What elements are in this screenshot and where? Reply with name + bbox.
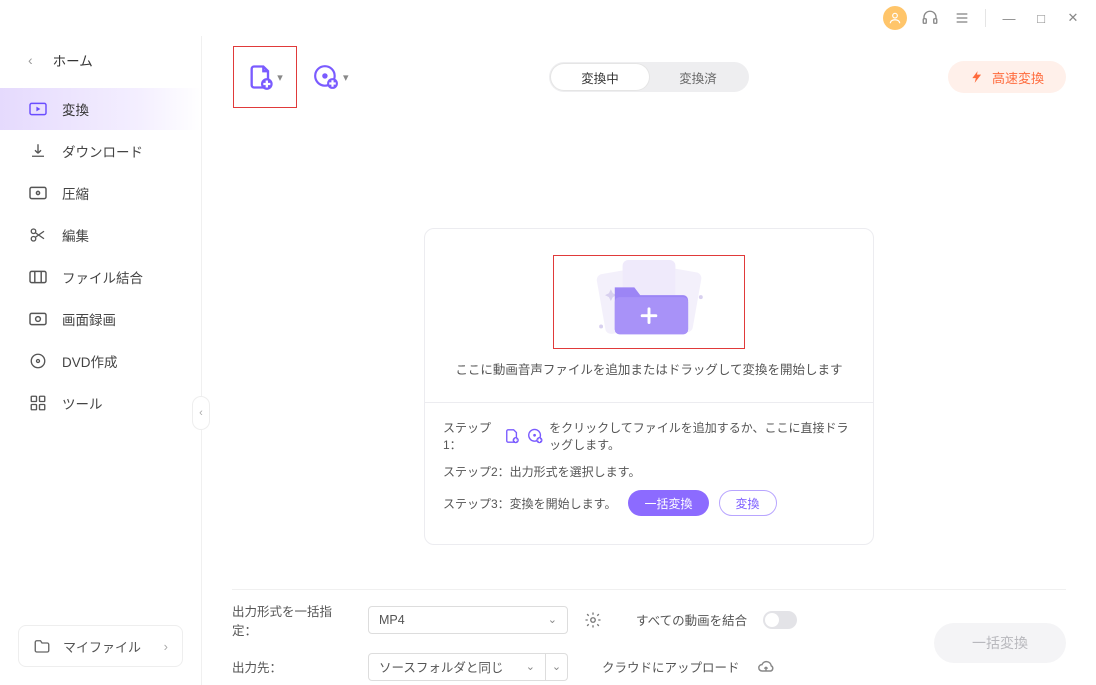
batch-convert-button[interactable]: 一括変換	[934, 623, 1066, 663]
merge-label: すべての動画を結合	[636, 610, 747, 629]
add-dvd-button[interactable]: ▾	[313, 64, 349, 90]
output-dest-value: ソースフォルダと同じ	[379, 657, 503, 676]
step1-suffix: をクリックしてファイルを追加するか、ここに直接ドラッグします。	[549, 419, 855, 453]
compress-icon	[28, 183, 48, 203]
content-area: ここに動画音声ファイルを追加またはドラッグして変換を開始します ステップ1： を…	[232, 118, 1066, 589]
apps-icon	[28, 393, 48, 413]
file-plus-icon	[504, 426, 521, 446]
cloud-upload-button[interactable]	[756, 659, 776, 675]
chevron-down-icon: ⌄	[526, 660, 535, 673]
dvd-icon	[28, 351, 48, 371]
format-settings-button[interactable]	[584, 611, 602, 629]
output-format-label: 出力形式を一括指定：	[232, 601, 352, 639]
output-dest-browse[interactable]: ⌄	[546, 653, 568, 681]
chevron-left-icon: ‹	[28, 52, 33, 68]
step-3: ステップ3：変換を開始します。 一括変換 変換	[443, 490, 855, 516]
sidebar-item-label: ツール	[62, 393, 103, 413]
status-tabs: 変換中 変換済	[549, 62, 749, 92]
chevron-down-icon: ▾	[277, 71, 283, 84]
step1-prefix: ステップ1：	[443, 419, 498, 453]
steps-panel: ステップ1： をクリックしてファイルを追加するか、ここに直接ドラッグします。 ス…	[425, 402, 873, 544]
nav-list: 変換 ダウンロード 圧縮 編集 ファイル結合 画面録画	[0, 88, 201, 625]
chevron-down-icon: ▾	[343, 71, 349, 84]
fast-convert-button[interactable]: 高速変換	[948, 61, 1066, 93]
output-dest-select[interactable]: ソースフォルダと同じ ⌄	[368, 653, 546, 681]
menu-icon[interactable]	[953, 9, 971, 27]
sidebar-item-dvd[interactable]: DVD作成	[0, 340, 201, 382]
record-icon	[28, 309, 48, 329]
cloud-upload-label: クラウドにアップロード	[602, 657, 740, 676]
close-button[interactable]: ✕	[1064, 9, 1082, 27]
convert-icon	[28, 99, 48, 119]
add-file-button[interactable]: ▾	[233, 46, 297, 108]
folder-icon	[33, 638, 51, 654]
step-2: ステップ2：出力形式を選択します。	[443, 463, 855, 480]
step3-text: ステップ3：変換を開始します。	[443, 495, 616, 512]
sidebar-item-record[interactable]: 画面録画	[0, 298, 201, 340]
drop-panel: ここに動画音声ファイルを追加またはドラッグして変換を開始します ステップ1： を…	[424, 228, 874, 545]
titlebar: — □ ✕	[0, 0, 1096, 36]
avatar-icon[interactable]	[883, 6, 907, 30]
scissors-icon	[28, 225, 48, 245]
chevron-right-icon: ›	[164, 639, 168, 654]
fast-convert-label: 高速変換	[992, 68, 1044, 87]
step-1: ステップ1： をクリックしてファイルを追加するか、ここに直接ドラッグします。	[443, 419, 855, 453]
sidebar-item-label: 編集	[62, 225, 89, 245]
sidebar: ‹ ホーム 変換 ダウンロード 圧縮 編集 ファイル結合	[0, 36, 202, 685]
output-format-value: MP4	[379, 613, 405, 627]
sidebar-item-label: 圧縮	[62, 183, 89, 203]
toolbar: ▾ ▾ 変換中 変換済 高速変換	[232, 36, 1066, 118]
chevron-down-icon: ⌄	[548, 613, 557, 626]
convert-button-hint[interactable]: 変換	[719, 490, 777, 516]
headset-icon[interactable]	[921, 9, 939, 27]
sidebar-item-tools[interactable]: ツール	[0, 382, 201, 424]
download-icon	[28, 141, 48, 161]
batch-convert-button-hint[interactable]: 一括変換	[628, 490, 708, 516]
divider	[985, 9, 986, 27]
merge-toggle[interactable]	[763, 611, 797, 629]
sidebar-item-download[interactable]: ダウンロード	[0, 130, 201, 172]
main-area: ▾ ▾ 変換中 変換済 高速変換	[202, 36, 1096, 685]
sidebar-item-compress[interactable]: 圧縮	[0, 172, 201, 214]
maximize-button[interactable]: □	[1032, 9, 1050, 27]
dropzone-text: ここに動画音声ファイルを追加またはドラッグして変換を開始します	[455, 359, 842, 378]
tab-converting[interactable]: 変換中	[551, 64, 649, 90]
my-files-button[interactable]: マイファイル ›	[18, 625, 183, 667]
sidebar-item-convert[interactable]: 変換	[0, 88, 201, 130]
home-nav[interactable]: ‹ ホーム	[0, 36, 201, 88]
drop-panel-top: ここに動画音声ファイルを追加またはドラッグして変換を開始します	[425, 229, 873, 402]
disc-plus-icon	[527, 426, 544, 446]
tab-converted[interactable]: 変換済	[649, 64, 747, 90]
sidebar-item-label: ダウンロード	[62, 141, 143, 161]
dropzone-button[interactable]	[553, 255, 745, 349]
sidebar-item-label: ファイル結合	[62, 267, 143, 287]
sidebar-item-label: 変換	[62, 99, 89, 119]
lightning-icon	[970, 69, 984, 85]
sidebar-item-label: DVD作成	[62, 351, 118, 371]
merge-icon	[28, 267, 48, 287]
home-label: ホーム	[53, 50, 93, 70]
sidebar-item-label: 画面録画	[62, 309, 116, 329]
my-files-label: マイファイル	[63, 637, 141, 656]
output-format-select[interactable]: MP4 ⌄	[368, 606, 568, 634]
sidebar-item-merge[interactable]: ファイル結合	[0, 256, 201, 298]
sidebar-item-edit[interactable]: 編集	[0, 214, 201, 256]
minimize-button[interactable]: —	[1000, 9, 1018, 27]
output-dest-label: 出力先：	[232, 657, 352, 676]
step2-text: ステップ2：出力形式を選択します。	[443, 463, 640, 480]
